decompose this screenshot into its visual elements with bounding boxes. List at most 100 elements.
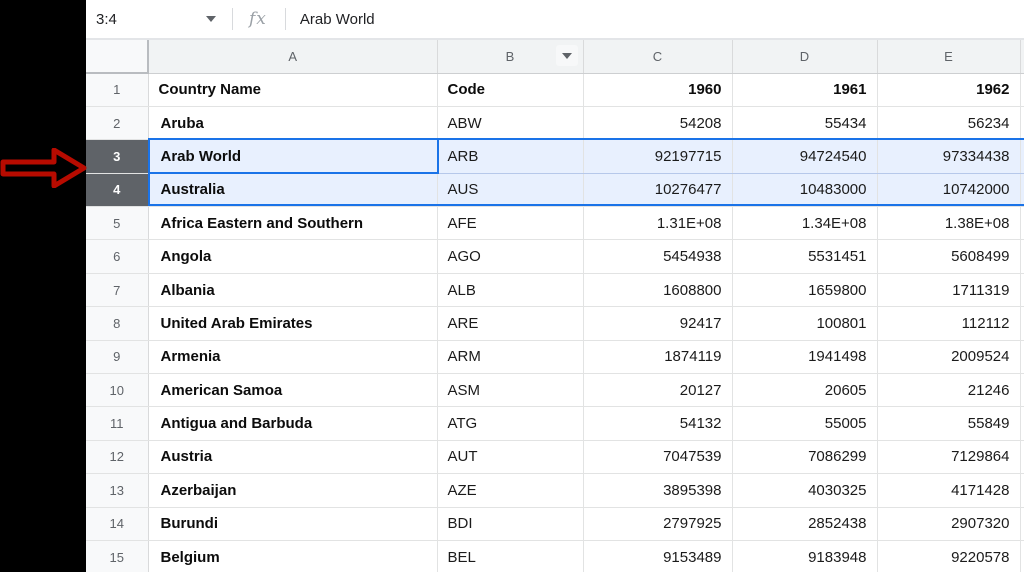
cell-A15[interactable]: Belgium: [148, 540, 438, 572]
cell-B3[interactable]: ARB: [437, 139, 584, 174]
cell-A7[interactable]: Albania: [148, 273, 438, 308]
cell-D11[interactable]: 55005: [732, 406, 878, 441]
cell-B15[interactable]: BEL: [437, 540, 584, 572]
cell-D14[interactable]: 2852438: [732, 507, 878, 541]
row-header-3[interactable]: 3: [86, 139, 149, 174]
cell-B13[interactable]: AZE: [437, 473, 584, 508]
cell-A4[interactable]: Australia: [148, 173, 438, 208]
cell-E15[interactable]: 9220578: [877, 540, 1021, 572]
cell-F1[interactable]: [1020, 73, 1024, 107]
cell-A12[interactable]: Austria: [148, 440, 438, 475]
cell-E9[interactable]: 2009524: [877, 340, 1021, 375]
cell-B12[interactable]: AUT: [437, 440, 584, 475]
row-header-12[interactable]: 12: [86, 440, 149, 475]
cell-C14[interactable]: 2797925: [583, 507, 733, 541]
cell-C4[interactable]: 10276477: [583, 173, 733, 208]
cell-B1[interactable]: Code: [437, 73, 584, 107]
cell-E8[interactable]: 112112: [877, 306, 1021, 341]
formula-input[interactable]: Arab World: [300, 11, 375, 28]
cell-D12[interactable]: 7086299: [732, 440, 878, 475]
cell-C11[interactable]: 54132: [583, 406, 733, 441]
row-header-5[interactable]: 5: [86, 206, 149, 241]
cell-D1[interactable]: 1961: [732, 73, 878, 107]
cell-D5[interactable]: 1.34E+08: [732, 206, 878, 241]
column-header-C[interactable]: C: [583, 40, 733, 74]
cell-B7[interactable]: ALB: [437, 273, 584, 308]
cell-E7[interactable]: 1711319: [877, 273, 1021, 308]
cell-E11[interactable]: 55849: [877, 406, 1021, 441]
cell-D9[interactable]: 1941498: [732, 340, 878, 375]
cell-B9[interactable]: ARM: [437, 340, 584, 375]
cell-A13[interactable]: Azerbaijan: [148, 473, 438, 508]
row-header-11[interactable]: 11: [86, 406, 149, 441]
cell-F14[interactable]: [1020, 507, 1024, 541]
cell-A1[interactable]: Country Name: [148, 73, 438, 107]
row-header-10[interactable]: 10: [86, 373, 149, 408]
cell-D6[interactable]: 5531451: [732, 239, 878, 274]
cell-D4[interactable]: 10483000: [732, 173, 878, 208]
cell-A9[interactable]: Armenia: [148, 340, 438, 375]
cell-C10[interactable]: 20127: [583, 373, 733, 408]
cell-F2[interactable]: [1020, 106, 1024, 141]
cell-A8[interactable]: United Arab Emirates: [148, 306, 438, 341]
cell-E3[interactable]: 97334438: [877, 139, 1021, 174]
row-header-6[interactable]: 6: [86, 239, 149, 274]
cell-A14[interactable]: Burundi: [148, 507, 438, 541]
cell-B10[interactable]: ASM: [437, 373, 584, 408]
cell-F7[interactable]: [1020, 273, 1024, 308]
cell-B8[interactable]: ARE: [437, 306, 584, 341]
cell-E14[interactable]: 2907320: [877, 507, 1021, 541]
cell-C12[interactable]: 7047539: [583, 440, 733, 475]
cell-C9[interactable]: 1874119: [583, 340, 733, 375]
column-header-A[interactable]: A: [148, 40, 438, 74]
cell-D7[interactable]: 1659800: [732, 273, 878, 308]
cell-F4[interactable]: [1020, 173, 1024, 208]
cell-F8[interactable]: [1020, 306, 1024, 341]
cell-B2[interactable]: ABW: [437, 106, 584, 141]
row-header-15[interactable]: 15: [86, 540, 149, 572]
cell-F6[interactable]: [1020, 239, 1024, 274]
cell-F9[interactable]: [1020, 340, 1024, 375]
filter-button[interactable]: [555, 45, 578, 66]
row-header-4[interactable]: 4: [86, 173, 149, 208]
cell-F10[interactable]: [1020, 373, 1024, 408]
cell-A10[interactable]: American Samoa: [148, 373, 438, 408]
cell-D2[interactable]: 55434: [732, 106, 878, 141]
cell-C8[interactable]: 92417: [583, 306, 733, 341]
cell-F13[interactable]: [1020, 473, 1024, 508]
row-header-2[interactable]: 2: [86, 106, 149, 141]
cell-E13[interactable]: 4171428: [877, 473, 1021, 508]
cell-D8[interactable]: 100801: [732, 306, 878, 341]
cell-A2[interactable]: Aruba: [148, 106, 438, 141]
cell-E2[interactable]: 56234: [877, 106, 1021, 141]
cell-D10[interactable]: 20605: [732, 373, 878, 408]
cell-C5[interactable]: 1.31E+08: [583, 206, 733, 241]
cell-E1[interactable]: 1962: [877, 73, 1021, 107]
column-header-E[interactable]: E: [877, 40, 1021, 74]
column-header-D[interactable]: D: [732, 40, 878, 74]
row-header-14[interactable]: 14: [86, 507, 149, 541]
row-header-7[interactable]: 7: [86, 273, 149, 308]
cell-A11[interactable]: Antigua and Barbuda: [148, 406, 438, 441]
cell-C6[interactable]: 5454938: [583, 239, 733, 274]
cell-D15[interactable]: 9183948: [732, 540, 878, 572]
cell-E6[interactable]: 5608499: [877, 239, 1021, 274]
cell-F3[interactable]: [1020, 139, 1024, 174]
name-box-dropdown-icon[interactable]: [206, 16, 216, 22]
cell-B14[interactable]: BDI: [437, 507, 584, 541]
cell-B4[interactable]: AUS: [437, 173, 584, 208]
cell-B11[interactable]: ATG: [437, 406, 584, 441]
name-box[interactable]: 3:4: [86, 0, 232, 38]
cell-C1[interactable]: 1960: [583, 73, 733, 107]
cell-A6[interactable]: Angola: [148, 239, 438, 274]
cell-E10[interactable]: 21246: [877, 373, 1021, 408]
cell-F5[interactable]: [1020, 206, 1024, 241]
row-header-1[interactable]: 1: [86, 73, 149, 107]
cell-E4[interactable]: 10742000: [877, 173, 1021, 208]
cell-C2[interactable]: 54208: [583, 106, 733, 141]
cell-E5[interactable]: 1.38E+08: [877, 206, 1021, 241]
row-header-9[interactable]: 9: [86, 340, 149, 375]
row-header-8[interactable]: 8: [86, 306, 149, 341]
column-header-B[interactable]: B: [437, 40, 584, 74]
cell-C15[interactable]: 9153489: [583, 540, 733, 572]
